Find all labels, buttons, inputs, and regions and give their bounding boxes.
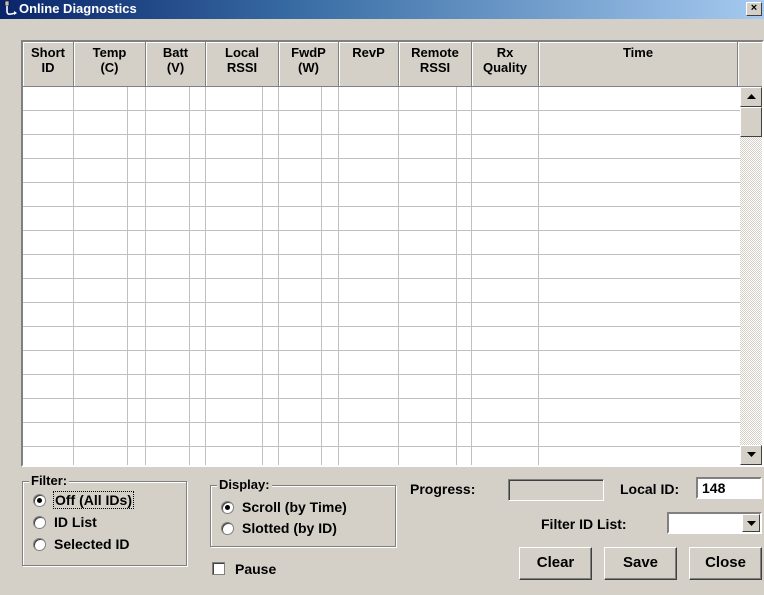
filter-id-list-dropdown-button[interactable] — [742, 514, 760, 532]
pause-checkbox[interactable] — [212, 562, 225, 575]
grid-line — [73, 87, 74, 465]
grid-line — [23, 302, 740, 303]
column-header-rx-quality[interactable]: Rx Quality — [472, 42, 539, 87]
grid-line — [23, 134, 740, 135]
column-header-time[interactable]: Time — [539, 42, 738, 87]
display-group: Display: Scroll (by Time) Slotted (by ID… — [210, 477, 396, 547]
column-header-fwdp[interactable]: FwdP (W) — [279, 42, 339, 87]
column-header-remote-rssi[interactable]: Remote RSSI — [399, 42, 472, 87]
filter-option-off[interactable]: Off (All IDs) — [33, 490, 134, 510]
grid-line — [23, 158, 740, 159]
filter-option-selected-id[interactable]: Selected ID — [33, 534, 129, 554]
grid-header: Short ID Temp (C) Batt (V) Local RSSI Fw… — [23, 42, 762, 87]
chevron-down-icon — [747, 521, 756, 526]
progress-bar — [508, 479, 604, 501]
filter-option-label: Selected ID — [54, 536, 130, 552]
filter-option-id-list[interactable]: ID List — [33, 512, 97, 532]
grid-line — [398, 87, 399, 465]
grid-line — [127, 87, 128, 465]
grid-line — [338, 87, 339, 465]
grid-line — [23, 278, 740, 279]
online-diagnostics-window: Online Diagnostics × Short ID Temp (C) B… — [0, 0, 764, 595]
grid-line — [471, 87, 472, 465]
radio-button[interactable] — [221, 521, 234, 535]
grid-line — [205, 87, 206, 465]
scroll-thumb[interactable] — [740, 107, 762, 137]
filter-group: Filter: Off (All IDs) ID List Selected I… — [22, 473, 187, 566]
grid-line — [23, 374, 740, 375]
filter-group-title: Filter: — [29, 473, 70, 489]
grid-line — [23, 446, 740, 447]
radio-button[interactable] — [33, 537, 46, 551]
local-id-input[interactable]: 148 — [696, 477, 762, 499]
grid-line — [23, 422, 740, 423]
grid-vertical-scrollbar[interactable] — [740, 87, 762, 465]
close-icon: × — [750, 2, 758, 14]
arrow-up-icon — [747, 94, 756, 99]
radio-button[interactable] — [33, 515, 46, 529]
column-header-short-id[interactable]: Short ID — [23, 42, 74, 87]
column-header-filler — [738, 42, 762, 87]
window-title: Online Diagnostics — [19, 1, 137, 16]
grid-line — [23, 326, 740, 327]
grid-line — [23, 230, 740, 231]
column-header-revp[interactable]: RevP — [339, 42, 399, 87]
grid-line — [23, 110, 740, 111]
close-button[interactable]: Close — [689, 547, 762, 580]
grid-line — [456, 87, 457, 465]
arrow-down-icon — [747, 452, 756, 457]
grid-line — [23, 398, 740, 399]
column-header-temp[interactable]: Temp (C) — [74, 42, 146, 87]
display-group-title: Display: — [217, 477, 272, 493]
diagnostics-grid[interactable]: Short ID Temp (C) Batt (V) Local RSSI Fw… — [21, 40, 764, 467]
column-header-batt[interactable]: Batt (V) — [146, 42, 206, 87]
local-id-label: Local ID: — [620, 481, 680, 497]
scroll-up-button[interactable] — [740, 87, 762, 107]
scroll-down-button[interactable] — [740, 445, 762, 465]
display-option-label: Slotted (by ID) — [242, 520, 337, 536]
display-option-label: Scroll (by Time) — [242, 499, 347, 515]
grid-line — [23, 182, 740, 183]
grid-body[interactable] — [23, 87, 740, 465]
grid-line — [321, 87, 322, 465]
progress-label: Progress: — [410, 481, 476, 497]
filter-id-list-label: Filter ID List: — [541, 516, 627, 532]
display-option-scroll[interactable]: Scroll (by Time) — [221, 497, 347, 517]
filter-option-label: Off (All IDs) — [53, 491, 134, 509]
grid-line — [23, 254, 740, 255]
close-window-button[interactable]: × — [746, 2, 762, 16]
title-bar[interactable]: Online Diagnostics × — [0, 0, 764, 19]
filter-option-label: ID List — [54, 514, 97, 530]
grid-line — [189, 87, 190, 465]
grid-line — [538, 87, 539, 465]
grid-line — [145, 87, 146, 465]
grid-line — [23, 350, 740, 351]
grid-line — [23, 206, 740, 207]
save-button[interactable]: Save — [604, 547, 677, 580]
radio-button[interactable] — [221, 500, 234, 514]
clear-button[interactable]: Clear — [519, 547, 592, 580]
column-header-local-rssi[interactable]: Local RSSI — [206, 42, 279, 87]
pause-label[interactable]: Pause — [235, 561, 276, 577]
network-diagnostics-icon — [4, 1, 17, 15]
display-option-slotted[interactable]: Slotted (by ID) — [221, 518, 337, 538]
grid-line — [262, 87, 263, 465]
filter-id-list-select[interactable] — [667, 512, 762, 534]
grid-line — [278, 87, 279, 465]
radio-button[interactable] — [33, 493, 46, 507]
